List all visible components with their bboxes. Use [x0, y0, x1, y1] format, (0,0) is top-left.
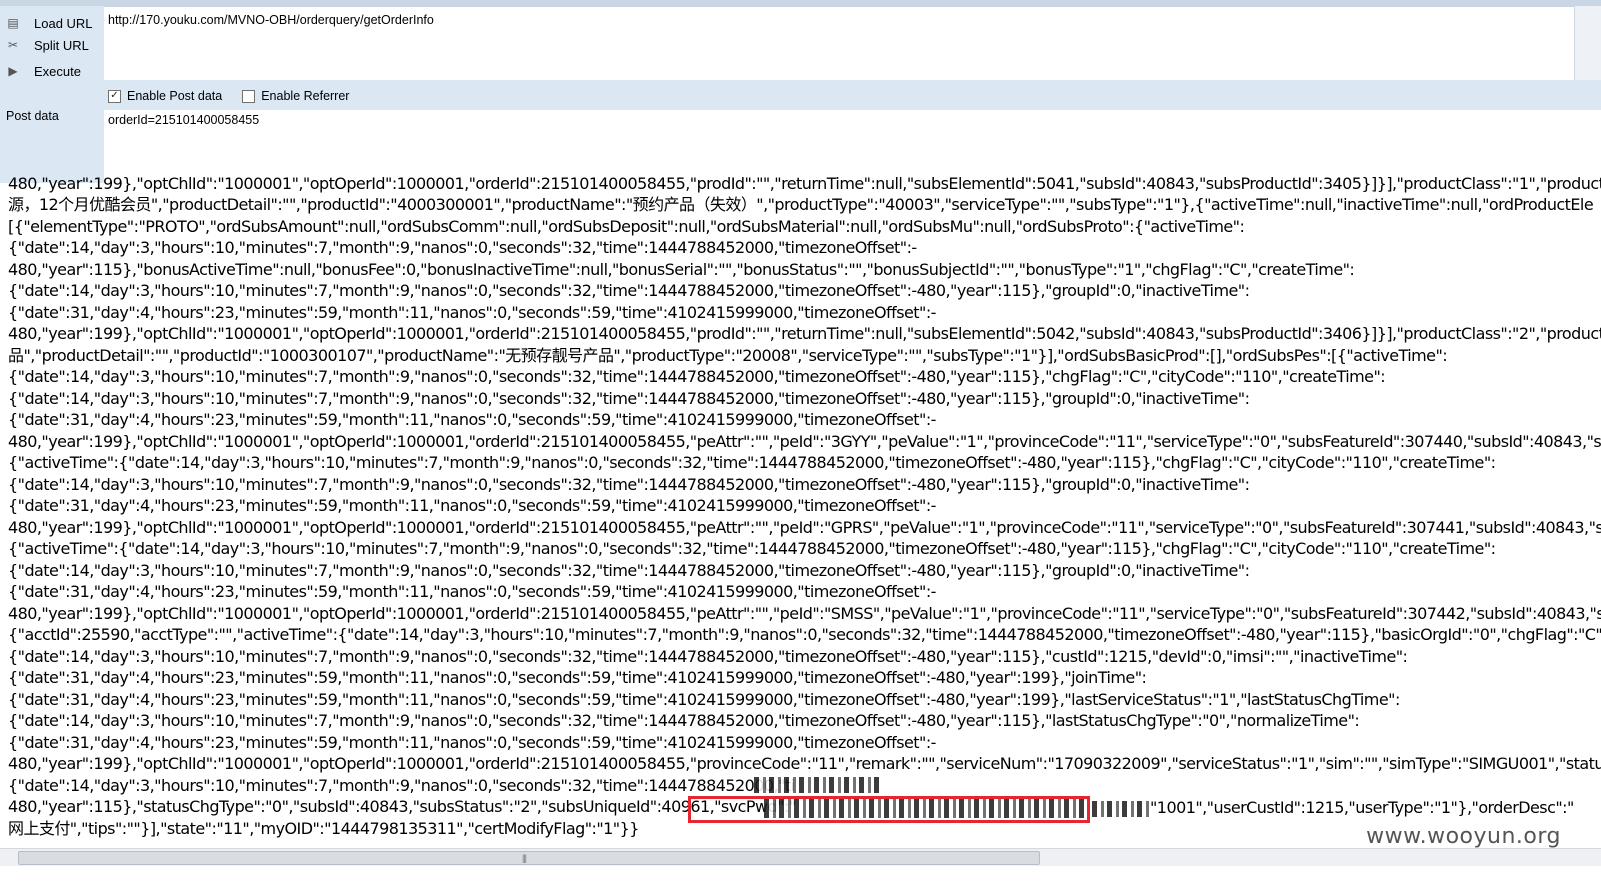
response-line: 480,"year":199},"optChlId":"1000001","op…: [8, 518, 1601, 537]
enable-post-checkbox[interactable]: ✓ Enable Post data: [108, 89, 222, 103]
response-line: {"date":31,"day":4,"hours":23,"minutes":…: [8, 496, 936, 515]
response-line: {"date":31,"day":4,"hours":23,"minutes":…: [8, 582, 936, 601]
scissors-icon: ✂: [7, 38, 19, 52]
unchecked-box-icon: [242, 89, 256, 103]
response-line: {"date":31,"day":4,"hours":23,"minutes":…: [8, 690, 1400, 709]
response-line: {"date":31,"day":4,"hours":23,"minutes":…: [8, 303, 936, 322]
response-line: 480,"year":115},"bonusActiveTime":null,"…: [8, 260, 1355, 279]
execute-label: Execute: [34, 63, 81, 79]
url-scrollbar[interactable]: [1574, 6, 1601, 80]
response-line: {"date":31,"day":4,"hours":23,"minutes":…: [8, 410, 936, 429]
enable-referrer-label: Enable Referrer: [261, 89, 350, 103]
response-line: {"date":14,"day":3,"hours":10,"minutes":…: [8, 776, 795, 795]
load-url-label: Load URL: [34, 15, 93, 31]
response-line: {"date":14,"day":3,"hours":10,"minutes":…: [8, 238, 917, 257]
response-line: 品","productDetail":"","productId":"10003…: [8, 346, 1448, 365]
options-row: ✓ Enable Post data Enable Referrer: [104, 84, 1601, 108]
bottom-edge: [0, 866, 1601, 884]
scrollbar-thumb[interactable]: [18, 851, 1040, 865]
response-line-suffix: "1001","userCustId":1215,"userType":"1"}…: [1150, 798, 1574, 817]
response-line: 网上支付","tips":""}],"state":"11","myOID":"…: [8, 819, 639, 838]
response-line: {"date":14,"day":3,"hours":10,"minutes":…: [8, 367, 1386, 386]
response-line: 480,"year":199},"optChlId":"1000001","op…: [8, 754, 1601, 773]
redacted-blur: [1092, 801, 1150, 817]
response-line: {"activeTime":{"date":14,"day":3,"hours"…: [8, 539, 1496, 558]
response-line: {"date":14,"day":3,"hours":10,"minutes":…: [8, 389, 1250, 408]
response-line: {"date":14,"day":3,"hours":10,"minutes":…: [8, 647, 1408, 666]
action-sidebar: ▤ Load URL ✂ Split URL ▶ Execute: [0, 6, 104, 183]
response-body: 480,"year":199},"optChlId":"1000001","op…: [0, 170, 1601, 844]
execute-button[interactable]: ▶ Execute: [4, 60, 100, 82]
response-line: {"date":31,"day":4,"hours":23,"minutes":…: [8, 733, 936, 752]
play-icon: ▶: [8, 64, 18, 78]
response-line: 480,"year":199},"optChlId":"1000001","op…: [8, 174, 1601, 193]
response-line: {"date":14,"day":3,"hours":10,"minutes":…: [8, 475, 1250, 494]
response-line: 480,"year":115},"statusChgType":"0","sub…: [8, 797, 796, 816]
load-url-icon: ▤: [7, 16, 19, 30]
grip-icon: |||: [522, 853, 527, 863]
redacted-blur: [754, 777, 880, 793]
url-input[interactable]: http://170.youku.com/MVNO-OBH/orderquery…: [104, 6, 1574, 80]
split-url-label: Split URL: [34, 37, 89, 53]
split-url-button[interactable]: ✂ Split URL: [4, 34, 100, 56]
response-line: 源，12个月优酷会员","productDetail":"","productI…: [8, 195, 1594, 214]
response-line: {"date":14,"day":3,"hours":10,"minutes":…: [8, 281, 1250, 300]
response-line: {"activeTime":{"date":14,"day":3,"hours"…: [8, 453, 1496, 472]
enable-referrer-checkbox[interactable]: Enable Referrer: [242, 89, 349, 103]
watermark: www.wooyun.org: [1366, 824, 1561, 849]
response-line: 480,"year":199},"optChlId":"1000001","op…: [8, 324, 1601, 343]
enable-post-label: Enable Post data: [127, 89, 223, 103]
response-line: {"date":31,"day":4,"hours":23,"minutes":…: [8, 668, 1147, 687]
checkmark-icon: ✓: [108, 89, 121, 103]
load-url-button[interactable]: ▤ Load URL: [4, 12, 100, 34]
response-line: {"acctId":25590,"acctType":"","activeTim…: [8, 625, 1601, 644]
response-line: {"date":14,"day":3,"hours":10,"minutes":…: [8, 711, 1360, 730]
response-line: {"date":14,"day":3,"hours":10,"minutes":…: [8, 561, 1250, 580]
response-line: [{"elementType":"PROTO","ordSubsAmount":…: [8, 217, 1245, 236]
svcpwd-highlight-box: [688, 796, 1090, 823]
response-line: 480,"year":199},"optChlId":"1000001","op…: [8, 432, 1601, 451]
response-line: 480,"year":199},"optChlId":"1000001","op…: [8, 604, 1601, 623]
hackbar-toolbar: ▤ Load URL ✂ Split URL ▶ Execute http://…: [0, 0, 1601, 183]
post-data-label: Post data: [6, 109, 59, 123]
